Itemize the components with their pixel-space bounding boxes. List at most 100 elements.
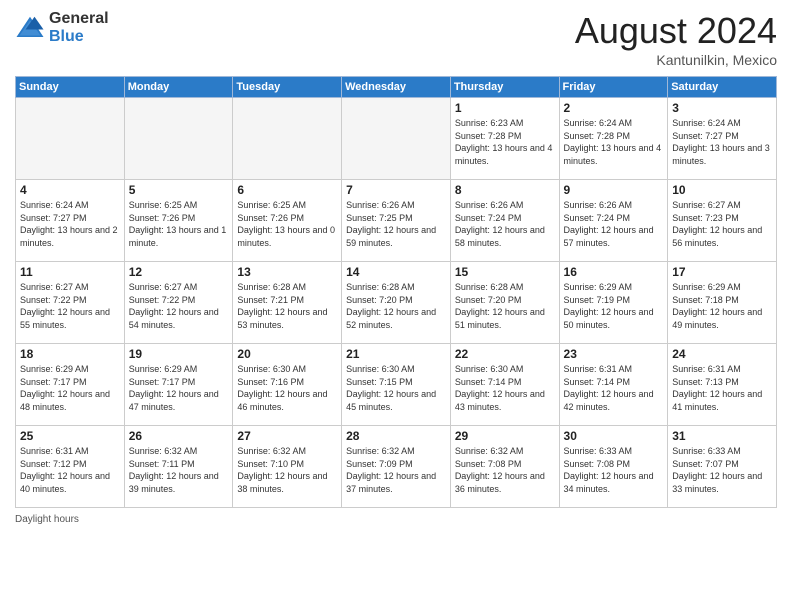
header: General Blue August 2024 Kantunilkin, Me… (15, 10, 777, 68)
day-number: 13 (237, 265, 337, 279)
day-info: Sunrise: 6:33 AMSunset: 7:07 PMDaylight:… (672, 445, 772, 495)
calendar-cell-4-5: 30 Sunrise: 6:33 AMSunset: 7:08 PMDayligh… (559, 426, 668, 508)
calendar-cell-0-6: 3 Sunrise: 6:24 AMSunset: 7:27 PMDaylight… (668, 98, 777, 180)
day-number: 31 (672, 429, 772, 443)
calendar-cell-0-0 (16, 98, 125, 180)
day-number: 7 (346, 183, 446, 197)
calendar-cell-0-5: 2Sunrise: 6:24 AMSunset: 7:28 PMDaylight… (559, 98, 668, 180)
day-number: 8 (455, 183, 555, 197)
calendar-cell-3-2: 20Sunrise: 6:30 AMSunset: 7:16 PMDayligh… (233, 344, 342, 426)
day-number: 10 (672, 183, 772, 197)
day-info: Sunrise: 6:29 AMSunset: 7:18 PMDaylight:… (672, 281, 772, 331)
day-info: Sunrise: 6:25 AMSunset: 7:26 PMDaylight:… (237, 199, 337, 249)
day-info: Sunrise: 6:30 AMSunset: 7:15 PMDaylight:… (346, 363, 446, 413)
day-info: Sunrise: 6:32 AMSunset: 7:08 PMDaylight:… (455, 445, 555, 495)
day-number: 23 (564, 347, 664, 361)
calendar-header-row: Sunday Monday Tuesday Wednesday Thursday… (16, 77, 777, 98)
day-number: 29 (455, 429, 555, 443)
day-number: 5 (129, 183, 229, 197)
day-number: 25 (20, 429, 120, 443)
day-info: Sunrise: 6:24 AMSunset: 7:27 PMDaylight:… (672, 117, 772, 167)
calendar-cell-1-5: 9Sunrise: 6:26 AMSunset: 7:24 PMDaylight… (559, 180, 668, 262)
logo-blue-text: Blue (49, 28, 109, 46)
logo-text: General Blue (49, 10, 109, 45)
calendar-cell-2-4: 15 Sunrise: 6:28 AMSunset: 7:20 PMDayligh… (450, 262, 559, 344)
calendar-cell-0-4: 1 Sunrise: 6:23 AMSunset: 7:28 PMDaylight… (450, 98, 559, 180)
day-info: Sunrise: 6:29 AMSunset: 7:17 PMDaylight:… (20, 363, 120, 413)
col-monday: Monday (124, 77, 233, 98)
col-thursday: Thursday (450, 77, 559, 98)
day-number: 3 (672, 101, 772, 115)
day-info: Sunrise: 6:23 AMSunset: 7:28 PMDaylight:… (455, 117, 555, 167)
week-row-3: 11 Sunrise: 6:27 AMSunset: 7:22 PMDayligh… (16, 262, 777, 344)
day-number: 18 (20, 347, 120, 361)
day-info: Sunrise: 6:29 AMSunset: 7:17 PMDaylight:… (129, 363, 229, 413)
calendar-cell-1-4: 8 Sunrise: 6:26 AMSunset: 7:24 PMDaylight… (450, 180, 559, 262)
day-number: 1 (455, 101, 555, 115)
calendar-cell-4-6: 31 Sunrise: 6:33 AMSunset: 7:07 PMDayligh… (668, 426, 777, 508)
calendar-cell-3-3: 21Sunrise: 6:30 AMSunset: 7:15 PMDayligh… (342, 344, 451, 426)
week-row-1: 1 Sunrise: 6:23 AMSunset: 7:28 PMDaylight… (16, 98, 777, 180)
col-wednesday: Wednesday (342, 77, 451, 98)
calendar-cell-3-0: 18 Sunrise: 6:29 AMSunset: 7:17 PMDayligh… (16, 344, 125, 426)
calendar-cell-1-1: 5 Sunrise: 6:25 AMSunset: 7:26 PMDaylight… (124, 180, 233, 262)
footer-note: Daylight hours (15, 514, 777, 525)
calendar-cell-4-2: 27 Sunrise: 6:32 AMSunset: 7:10 PMDayligh… (233, 426, 342, 508)
col-tuesday: Tuesday (233, 77, 342, 98)
calendar-cell-1-3: 7 Sunrise: 6:26 AMSunset: 7:25 PMDaylight… (342, 180, 451, 262)
col-saturday: Saturday (668, 77, 777, 98)
calendar-cell-2-2: 13Sunrise: 6:28 AMSunset: 7:21 PMDayligh… (233, 262, 342, 344)
day-info: Sunrise: 6:27 AMSunset: 7:22 PMDaylight:… (129, 281, 229, 331)
calendar-cell-3-1: 19Sunrise: 6:29 AMSunset: 7:17 PMDayligh… (124, 344, 233, 426)
calendar-cell-0-3 (342, 98, 451, 180)
calendar-cell-1-2: 6Sunrise: 6:25 AMSunset: 7:26 PMDaylight… (233, 180, 342, 262)
month-title: August 2024 (575, 10, 777, 52)
calendar-cell-0-2 (233, 98, 342, 180)
day-number: 11 (20, 265, 120, 279)
day-info: Sunrise: 6:31 AMSunset: 7:13 PMDaylight:… (672, 363, 772, 413)
day-info: Sunrise: 6:28 AMSunset: 7:20 PMDaylight:… (455, 281, 555, 331)
day-info: Sunrise: 6:24 AMSunset: 7:27 PMDaylight:… (20, 199, 120, 249)
calendar-cell-2-1: 12 Sunrise: 6:27 AMSunset: 7:22 PMDayligh… (124, 262, 233, 344)
day-number: 30 (564, 429, 664, 443)
day-info: Sunrise: 6:26 AMSunset: 7:25 PMDaylight:… (346, 199, 446, 249)
calendar-cell-2-0: 11 Sunrise: 6:27 AMSunset: 7:22 PMDayligh… (16, 262, 125, 344)
day-number: 27 (237, 429, 337, 443)
day-number: 17 (672, 265, 772, 279)
day-info: Sunrise: 6:30 AMSunset: 7:16 PMDaylight:… (237, 363, 337, 413)
logo: General Blue (15, 10, 109, 45)
day-number: 12 (129, 265, 229, 279)
calendar-cell-4-0: 25 Sunrise: 6:31 AMSunset: 7:12 PMDayligh… (16, 426, 125, 508)
day-info: Sunrise: 6:27 AMSunset: 7:23 PMDaylight:… (672, 199, 772, 249)
day-info: Sunrise: 6:32 AMSunset: 7:11 PMDaylight:… (129, 445, 229, 495)
calendar-cell-3-6: 24 Sunrise: 6:31 AMSunset: 7:13 PMDayligh… (668, 344, 777, 426)
day-number: 4 (20, 183, 120, 197)
day-info: Sunrise: 6:33 AMSunset: 7:08 PMDaylight:… (564, 445, 664, 495)
day-info: Sunrise: 6:31 AMSunset: 7:12 PMDaylight:… (20, 445, 120, 495)
day-number: 28 (346, 429, 446, 443)
calendar-table: Sunday Monday Tuesday Wednesday Thursday… (15, 76, 777, 508)
logo-icon (15, 13, 45, 43)
day-info: Sunrise: 6:32 AMSunset: 7:10 PMDaylight:… (237, 445, 337, 495)
day-info: Sunrise: 6:29 AMSunset: 7:19 PMDaylight:… (564, 281, 664, 331)
day-info: Sunrise: 6:30 AMSunset: 7:14 PMDaylight:… (455, 363, 555, 413)
day-info: Sunrise: 6:32 AMSunset: 7:09 PMDaylight:… (346, 445, 446, 495)
day-info: Sunrise: 6:28 AMSunset: 7:20 PMDaylight:… (346, 281, 446, 331)
day-number: 15 (455, 265, 555, 279)
title-section: August 2024 Kantunilkin, Mexico (575, 10, 777, 68)
calendar-cell-1-0: 4 Sunrise: 6:24 AMSunset: 7:27 PMDaylight… (16, 180, 125, 262)
day-number: 14 (346, 265, 446, 279)
day-info: Sunrise: 6:31 AMSunset: 7:14 PMDaylight:… (564, 363, 664, 413)
day-number: 16 (564, 265, 664, 279)
calendar-cell-2-5: 16 Sunrise: 6:29 AMSunset: 7:19 PMDayligh… (559, 262, 668, 344)
calendar-cell-2-3: 14 Sunrise: 6:28 AMSunset: 7:20 PMDayligh… (342, 262, 451, 344)
col-sunday: Sunday (16, 77, 125, 98)
day-number: 24 (672, 347, 772, 361)
day-info: Sunrise: 6:25 AMSunset: 7:26 PMDaylight:… (129, 199, 229, 249)
day-info: Sunrise: 6:27 AMSunset: 7:22 PMDaylight:… (20, 281, 120, 331)
day-info: Sunrise: 6:26 AMSunset: 7:24 PMDaylight:… (455, 199, 555, 249)
day-info: Sunrise: 6:26 AMSunset: 7:24 PMDaylight:… (564, 199, 664, 249)
day-number: 22 (455, 347, 555, 361)
week-row-2: 4 Sunrise: 6:24 AMSunset: 7:27 PMDaylight… (16, 180, 777, 262)
calendar-cell-0-1 (124, 98, 233, 180)
